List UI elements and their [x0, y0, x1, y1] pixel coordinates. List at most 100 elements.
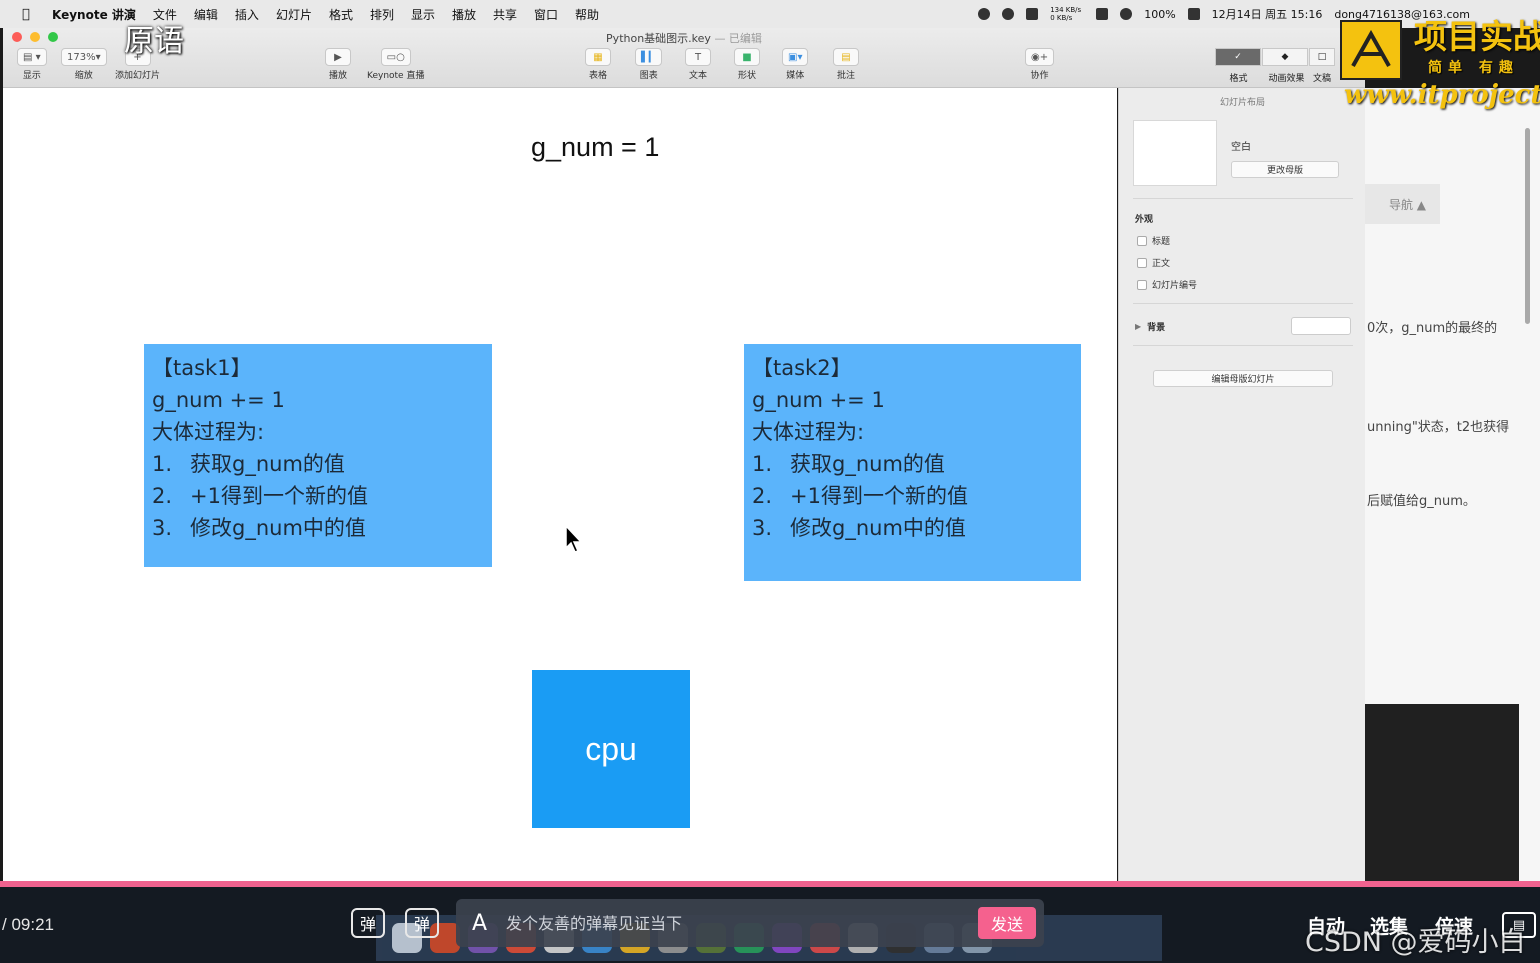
chart-icon: ▌▎: [635, 48, 663, 66]
menu-view[interactable]: 显示: [411, 6, 435, 23]
view-button[interactable]: ▤ ▾ 显示: [17, 48, 47, 81]
menu-help[interactable]: 帮助: [575, 6, 599, 23]
logo-mark-icon: [1351, 30, 1391, 67]
menu-share[interactable]: 共享: [493, 6, 517, 23]
media-icon: ▣▾: [782, 48, 809, 66]
table-button[interactable]: ▦ 表格: [585, 48, 611, 81]
sync-icon[interactable]: [1002, 8, 1015, 20]
document-tab-icon[interactable]: □: [1309, 48, 1335, 66]
divider: [1133, 198, 1353, 199]
zoom-button[interactable]: 173% ▾ 缩放: [61, 48, 107, 81]
comment-icon: ▤: [833, 48, 859, 66]
article-snippet: unning"状态，t2也获得: [1367, 420, 1510, 435]
task1-step: 1. 获取g_num的值: [152, 448, 492, 480]
danmaku-toggle-button[interactable]: 弹: [351, 908, 385, 938]
danmaku-settings-button[interactable]: 弹: [405, 908, 439, 938]
task2-statement: g_num += 1: [752, 388, 885, 412]
app-status-icon[interactable]: [1026, 8, 1039, 20]
task1-step: 3. 修改g_num中的值: [152, 512, 492, 544]
step-text: +1得到一个新的值: [190, 484, 368, 508]
slide-number-checkbox[interactable]: [1137, 279, 1147, 290]
danmaku-input[interactable]: [506, 908, 978, 938]
shape-button[interactable]: ■ 形状: [734, 48, 760, 81]
comment-button[interactable]: ▤ 批注: [833, 48, 859, 81]
tab-animate[interactable]: 动画效果: [1263, 71, 1310, 84]
play-label: 播放: [328, 71, 347, 81]
slide-number-checkbox-row[interactable]: 幻灯片编号: [1137, 278, 1197, 291]
task2-step: 1. 获取g_num的值: [752, 448, 1081, 480]
collaborate-icon: ◉+: [1025, 48, 1055, 66]
sidebar-icon: ▤ ▾: [17, 48, 47, 66]
battery-icon[interactable]: [1187, 8, 1200, 20]
text-format-icon[interactable]: A: [472, 911, 496, 936]
original-watermark: 原语: [124, 24, 184, 59]
task2-box[interactable]: 【task2】 g_num += 1 大体过程为: 1. 获取g_num的值 2.…: [744, 344, 1081, 581]
slide-canvas[interactable]: g_num = 1 【task1】 g_num += 1 大体过程为: 1. 获取…: [3, 88, 1117, 883]
keynote-live-button[interactable]: ▭○ Keynote 直播: [367, 48, 424, 81]
edit-master-slide-button[interactable]: 编辑母版幻灯片: [1153, 370, 1333, 387]
logo-subtitle: 简单 有趣: [1428, 60, 1519, 76]
zoom-label: 缩放: [74, 71, 93, 81]
apple-menu-icon[interactable]: : [22, 7, 38, 22]
background-disclosure[interactable]: ▶ 背景: [1135, 320, 1165, 333]
divider: [1133, 345, 1353, 346]
send-button[interactable]: 发送: [978, 907, 1036, 939]
menu-arrange[interactable]: 排列: [370, 6, 394, 23]
title-checkbox[interactable]: [1137, 235, 1147, 246]
title-checkbox-row[interactable]: 标题: [1137, 234, 1170, 247]
body-checkbox-row[interactable]: 正文: [1137, 256, 1170, 269]
wifi-icon[interactable]: [1120, 8, 1133, 20]
body-checkbox[interactable]: [1137, 257, 1147, 268]
clock[interactable]: 12月14日 周五 15:16: [1212, 6, 1323, 22]
layout-name: 空白: [1231, 142, 1251, 153]
menu-window[interactable]: 窗口: [534, 6, 558, 23]
task1-header: 【task1】: [152, 356, 252, 380]
animate-tab-icon[interactable]: ◆: [1262, 48, 1308, 66]
media-button[interactable]: ▣▾ 媒体: [782, 48, 809, 81]
divider: [1133, 303, 1353, 304]
task1-step: 2. +1得到一个新的值: [152, 480, 492, 512]
network-speed: 134 KB/s 0 KB/s: [1050, 6, 1082, 22]
chart-button[interactable]: ▌▎ 图表: [635, 48, 663, 81]
task2-process-label: 大体过程为:: [752, 420, 865, 444]
format-tab-icon[interactable]: ✓: [1215, 48, 1261, 66]
table-icon: ▦: [585, 48, 611, 66]
inspector-panel: 幻灯片布局 空白 更改母版 外观 标题 正文 幻灯片编号 ▶ 背景 编辑母版幻灯…: [1118, 88, 1365, 883]
task1-box[interactable]: 【task1】 g_num += 1 大体过程为: 1. 获取g_num的值 2.…: [144, 344, 492, 567]
collaborate-button[interactable]: ◉+ 协作: [1025, 48, 1055, 81]
menu-edit[interactable]: 编辑: [194, 6, 218, 23]
menu-play[interactable]: 播放: [452, 6, 476, 23]
article-snippet: 0次，g_num的最终的: [1367, 321, 1498, 336]
menu-insert[interactable]: 插入: [235, 6, 259, 23]
shape-label: 形状: [737, 71, 756, 81]
menu-format[interactable]: 格式: [329, 6, 353, 23]
cpu-box[interactable]: cpu: [532, 670, 690, 828]
csdn-watermark: CSDN @爱码小白: [1305, 927, 1526, 958]
tab-document[interactable]: 文稿: [1311, 71, 1333, 84]
body-checkbox-label: 正文: [1152, 259, 1171, 269]
danmaku-settings-label: 弹: [413, 915, 430, 934]
change-master-button[interactable]: 更改母版: [1231, 161, 1339, 178]
scissors-icon[interactable]: [978, 8, 991, 20]
calendar-icon[interactable]: [1096, 8, 1109, 20]
background-color-well[interactable]: [1291, 317, 1351, 335]
menu-slide[interactable]: 幻灯片: [276, 6, 312, 23]
edited-status[interactable]: — 已编辑: [714, 32, 762, 45]
step-text: 获取g_num的值: [790, 452, 945, 476]
nav-toggle[interactable]: 导航 ▲: [1365, 184, 1440, 224]
play-icon: ▶: [325, 48, 351, 66]
battery-percent: 100%: [1144, 7, 1176, 21]
live-icon: ▭○: [380, 48, 411, 66]
step-text: 修改g_num中的值: [190, 516, 366, 540]
text-button[interactable]: T 文本: [685, 48, 711, 81]
slide-title[interactable]: g_num = 1: [531, 132, 659, 163]
page-scrollbar[interactable]: [1525, 128, 1530, 324]
tab-format[interactable]: 格式: [1215, 71, 1262, 84]
task1-statement: g_num += 1: [152, 388, 285, 412]
background-label: 背景: [1147, 323, 1166, 333]
background-browser-page: 导航 ▲ 0次，g_num的最终的 unning"状态，t2也获得 后赋值给g_…: [1365, 88, 1540, 883]
step-number: 1.: [152, 452, 173, 476]
keynote-toolbar: Python基础图示.key — 已编辑 ▤ ▾ 显示 173% ▾ 缩放 + 添…: [3, 28, 1365, 88]
layout-thumbnail[interactable]: [1133, 120, 1217, 186]
play-button[interactable]: ▶ 播放: [325, 48, 351, 81]
